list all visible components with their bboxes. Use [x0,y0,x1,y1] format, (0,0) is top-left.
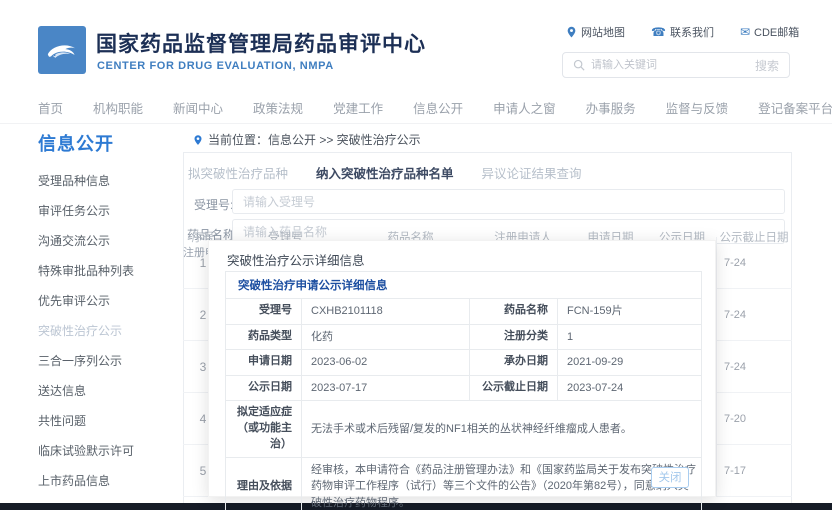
sidebar-item-delivery-info[interactable]: 送达信息 [38,376,180,406]
logo-swoosh-icon [42,30,82,70]
sidebar-item-three-in-one[interactable]: 三合一序列公示 [38,346,180,376]
cde-mail-label: CDE邮箱 [754,24,799,40]
close-button[interactable]: 关闭 [651,467,689,488]
field-label-undertaking-date: 承办日期 [470,350,558,376]
page: 国家药品监督管理局药品审评中心 CENTER FOR DRUG EVALUATI… [0,0,832,510]
tab-objection-results[interactable]: 异议论证结果查询 [482,163,582,182]
field-value-registration-class: 1 [558,324,702,350]
search-input[interactable] [591,59,749,71]
tab-proposed-breakthrough[interactable]: 拟突破性治疗品种 [188,163,288,182]
cde-mail-link[interactable]: ✉ CDE邮箱 [740,24,799,40]
field-label-drug-type: 药品类型 [226,324,302,350]
site-search: 搜索 [562,52,790,78]
site-subtitle: CENTER FOR DRUG EVALUATION, NMPA [97,60,334,72]
site-title: 国家药品监督管理局药品审评中心 [96,28,426,58]
sitemap-link[interactable]: 网站地图 [566,24,625,40]
cde-logo [38,26,86,74]
nav-item-home[interactable]: 首页 [38,98,63,117]
header-quick-links: 网站地图 ☎ 联系我们 ✉ CDE邮箱 [566,24,799,40]
row-deadline: 7-24 [716,341,792,392]
nav-item-registration-platform[interactable]: 登记备案平台 [758,98,832,117]
sidebar: 信息公开 受理品种信息 审评任务公示 沟通交流公示 特殊审批品种列表 优先审评公… [38,130,180,510]
sidebar-title: 信息公开 [38,130,180,156]
nav-item-functions[interactable]: 机构职能 [93,98,143,117]
row-deadline: 7-24 [716,289,792,340]
receipt-number-input[interactable] [232,189,785,214]
search-button[interactable]: 搜索 [755,57,779,74]
detail-section-title: 突破性治疗申请公示详细信息 [226,272,701,298]
sidebar-item-communication[interactable]: 沟通交流公示 [38,226,180,256]
receipt-number-label: 受理号: [194,196,233,213]
modal-title: 突破性治疗公示详细信息 [227,250,365,269]
contact-label: 联系我们 [670,24,714,40]
field-value-publicity-deadline: 2023-07-24 [558,375,702,401]
field-label-publicity-date: 公示日期 [226,375,302,401]
field-value-undertaking-date: 2021-09-29 [558,350,702,376]
detail-modal: 突破性治疗公示详细信息 突破性治疗申请公示详细信息 受理号 CXHB210111… [208,240,716,497]
detail-table: 突破性治疗申请公示详细信息 受理号 CXHB2101118 药品名称 FCN-1… [225,271,702,510]
field-label-drug-name: 药品名称 [470,299,558,325]
sidebar-item-clinical-trial-license[interactable]: 临床试验默示许可 [38,436,180,466]
sidebar-item-priority-review[interactable]: 优先审评公示 [38,286,180,316]
mail-icon: ✉ [740,26,750,38]
sidebar-item-accepted-varieties[interactable]: 受理品种信息 [38,166,180,196]
field-label-reason-basis: 理由及依据 [226,457,302,510]
contact-link[interactable]: ☎ 联系我们 [651,24,714,40]
sidebar-item-common-issues[interactable]: 共性问题 [38,406,180,436]
breadcrumb-text: 当前位置：信息公开 >> 突破性治疗公示 [208,131,421,148]
field-value-indication: 无法手术或术后残留/复发的NF1相关的丛状神经纤维瘤成人患者。 [302,401,702,458]
field-value-publicity-date: 2023-07-17 [302,375,470,401]
field-value-drug-name: FCN-159片 [558,299,702,325]
field-label-receipt-number: 受理号 [226,299,302,325]
location-pin-icon [193,134,203,146]
field-label-registration-class: 注册分类 [470,324,558,350]
nav-item-info-disclosure[interactable]: 信息公开 [413,98,463,117]
nav-item-policy[interactable]: 政策法规 [253,98,303,117]
tab-included-breakthrough-list[interactable]: 纳入突破性治疗品种名单 [316,163,454,182]
main-nav: 首页 机构职能 新闻中心 政策法规 党建工作 信息公开 申请人之窗 办事服务 监… [0,92,832,124]
field-value-reason-basis: 经审核，本申请符合《药品注册管理办法》和《国家药监局关于发布突破性治疗药物审评工… [302,457,702,510]
search-icon [573,59,585,71]
field-label-application-date: 申请日期 [226,350,302,376]
field-label-publicity-deadline: 公示截止日期 [470,375,558,401]
nav-item-applicant[interactable]: 申请人之窗 [493,98,556,117]
field-value-drug-type: 化药 [302,324,470,350]
row-deadline: 7-20 [716,393,792,444]
breadcrumb: 当前位置：信息公开 >> 突破性治疗公示 [193,131,421,148]
sitemap-label: 网站地图 [581,24,625,40]
sidebar-item-review-tasks[interactable]: 审评任务公示 [38,196,180,226]
nav-item-news[interactable]: 新闻中心 [173,98,223,117]
sidebar-item-breakthrough-therapy[interactable]: 突破性治疗公示 [38,316,180,346]
field-value-receipt-number: CXHB2101118 [302,299,470,325]
nav-item-supervision[interactable]: 监督与反馈 [666,98,729,117]
nav-item-party[interactable]: 党建工作 [333,98,383,117]
field-value-application-date: 2023-06-02 [302,350,470,376]
field-label-indication: 拟定适应症（或功能主治） [226,401,302,458]
nav-item-services[interactable]: 办事服务 [586,98,636,117]
tab-bar: 拟突破性治疗品种 纳入突破性治疗品种名单 异议论证结果查询 [188,163,582,182]
row-deadline: 7-24 [716,237,792,288]
sidebar-item-marketed-drugs[interactable]: 上市药品信息 [38,466,180,496]
phone-icon: ☎ [651,26,666,38]
sidebar-item-special-approval[interactable]: 特殊审批品种列表 [38,256,180,286]
map-pin-icon [566,26,577,38]
row-deadline: 7-17 [716,445,792,496]
